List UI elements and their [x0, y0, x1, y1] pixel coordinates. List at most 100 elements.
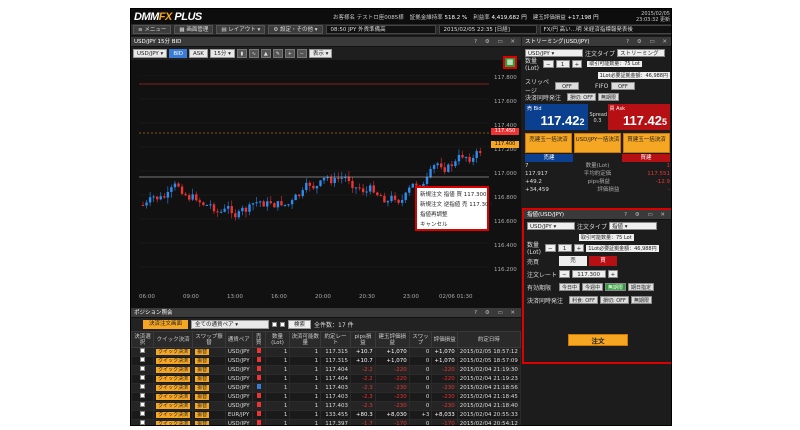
- streaming-order-type-select[interactable]: ストリーミング ▾: [617, 49, 666, 65]
- column-header[interactable]: 評価損益: [431, 331, 458, 348]
- buy-side-button[interactable]: 買: [589, 256, 617, 266]
- settings-button[interactable]: ⚙ 設定・その他 ▾: [268, 25, 323, 34]
- search-button[interactable]: 検索: [288, 320, 312, 329]
- column-header[interactable]: 売買: [251, 331, 266, 348]
- context-cancel[interactable]: キャンセル: [420, 220, 484, 230]
- quick-settle-button[interactable]: クイック決済: [156, 393, 191, 400]
- news-ticker-3[interactable]: FX/円 高い…明 米経済指標報発表後: [539, 25, 671, 34]
- screen-manage-button[interactable]: ▦ 画面管理: [174, 25, 214, 34]
- filter-checkbox-2[interactable]: [280, 322, 286, 327]
- candlestick-plot[interactable]: [139, 75, 489, 287]
- table-row[interactable]: クイック決済 振替 USD/JPY 1 1 117.403 -2.3 -230 0 -230 201…: [131, 401, 522, 411]
- grid-icon[interactable]: ▦: [503, 56, 517, 69]
- submit-order-button[interactable]: 注文: [568, 334, 628, 346]
- swap-transfer-button[interactable]: 振替: [195, 348, 210, 355]
- expiry-toggle[interactable]: 無期限: [597, 93, 619, 101]
- candle-icon[interactable]: ▮: [236, 49, 247, 58]
- rate-plus-button[interactable]: +: [607, 270, 619, 278]
- swap-transfer-button[interactable]: 振替: [195, 375, 210, 382]
- swap-transfer-button[interactable]: 振替: [195, 384, 210, 391]
- filter-checkbox-1[interactable]: [272, 322, 278, 327]
- qty-input[interactable]: 1: [555, 60, 570, 68]
- indicator-icon[interactable]: ▲: [260, 49, 271, 58]
- quick-settle-button[interactable]: クイック決済: [156, 357, 191, 364]
- buy-rate-button[interactable]: 買 Ask 117.425: [607, 104, 670, 130]
- column-header[interactable]: 数量(Lot): [264, 331, 291, 348]
- row-checkbox[interactable]: [140, 357, 146, 362]
- sell-rate-button[interactable]: 売 Bid 117.422: [525, 104, 588, 130]
- context-readjust-limit[interactable]: 指値再調整: [420, 210, 484, 220]
- fifo-toggle[interactable]: OFF: [611, 82, 635, 90]
- menu-button[interactable]: ≡ メニュー: [133, 25, 172, 34]
- swap-transfer-button[interactable]: 振替: [195, 420, 210, 425]
- row-checkbox[interactable]: [140, 375, 146, 380]
- qty-plus-button[interactable]: +: [571, 60, 583, 68]
- bid-toggle[interactable]: BID: [169, 49, 187, 58]
- swap-transfer-button[interactable]: 振替: [195, 357, 210, 364]
- order-qty-plus-button[interactable]: +: [573, 244, 585, 252]
- order-qty-input[interactable]: 1: [557, 244, 572, 252]
- row-checkbox[interactable]: [140, 411, 146, 416]
- row-checkbox[interactable]: [140, 366, 146, 371]
- rate-input[interactable]: 117.300: [571, 270, 606, 278]
- column-header[interactable]: 建玉評価損益: [374, 331, 410, 348]
- table-row[interactable]: クイック決済 振替 USD/JPY 1 1 117.397 -1.7 -170 0 -170 201…: [131, 419, 522, 425]
- line-icon[interactable]: ∿: [248, 49, 259, 58]
- quick-settle-button[interactable]: クイック決済: [156, 384, 191, 391]
- column-header[interactable]: 約定日時: [456, 331, 522, 348]
- table-row[interactable]: クイック決済 振替 USD/JPY 1 1 117.403 -2.3 -230 0 -230 201…: [131, 383, 522, 393]
- takeprofit-toggle[interactable]: 利食: OFF: [569, 296, 598, 304]
- row-checkbox[interactable]: [140, 384, 146, 389]
- row-checkbox[interactable]: [140, 348, 146, 353]
- table-row[interactable]: クイック決済 振替 USD/JPY 1 1 117.315 +10.7 +1,070 0 +1,0…: [131, 347, 522, 357]
- table-row[interactable]: クイック決済 振替 USD/JPY 1 1 117.404 -2.2 -220 0 -220 201…: [131, 365, 522, 375]
- order-stoploss-toggle[interactable]: 損切: OFF: [599, 296, 629, 304]
- context-new-stop-sell[interactable]: 新規注文 逆指値 売 117.300: [420, 200, 492, 210]
- column-header[interactable]: pips損益: [350, 331, 376, 348]
- expiry-week[interactable]: 今週中: [582, 283, 604, 291]
- quick-settle-button[interactable]: クイック決済: [156, 375, 191, 382]
- rate-minus-button[interactable]: −: [559, 270, 570, 278]
- column-header[interactable]: 決済可能数量: [289, 331, 322, 348]
- quick-settle-button[interactable]: クイック決済: [156, 420, 191, 425]
- positions-controls[interactable]: ? ⚙ ▭ ✕: [474, 308, 518, 318]
- expiry-today[interactable]: 今日中: [559, 283, 581, 291]
- swap-transfer-button[interactable]: 振替: [195, 402, 210, 409]
- chart-pair-select[interactable]: USD/JPY ▾: [133, 49, 168, 58]
- qty-minus-button[interactable]: −: [543, 60, 554, 68]
- streaming-controls[interactable]: ? ⚙ ▭ ✕: [626, 37, 670, 47]
- buy-tab[interactable]: 買建: [622, 154, 670, 162]
- pair-all-settle-button[interactable]: USD/JPY一括決済: [574, 133, 621, 153]
- zoom-in-icon[interactable]: +: [284, 49, 295, 58]
- order-expiry-toggle[interactable]: 無期限: [630, 296, 652, 304]
- panel-controls[interactable]: ? ⚙ ▭ ✕: [474, 37, 518, 47]
- row-checkbox[interactable]: [140, 420, 146, 425]
- quick-settle-button[interactable]: クイック決済: [156, 402, 191, 409]
- sell-side-button[interactable]: 売: [559, 256, 587, 266]
- settle-order-button[interactable]: 決済注文画面: [143, 320, 189, 329]
- column-header[interactable]: クイック決済: [153, 331, 194, 348]
- order-controls[interactable]: ? ⚙ ▭ ✕: [624, 210, 668, 220]
- expiry-none[interactable]: 無期限: [605, 283, 627, 291]
- column-header[interactable]: スワップ: [408, 331, 433, 348]
- draw-icon[interactable]: ✎: [272, 49, 283, 58]
- row-checkbox[interactable]: [140, 393, 146, 398]
- swap-transfer-button[interactable]: 振替: [195, 393, 210, 400]
- table-row[interactable]: クイック決済 振替 USD/JPY 1 1 117.315 +10.7 +1,070 0 +1,0…: [131, 356, 522, 366]
- column-header[interactable]: 約定レート: [320, 331, 352, 348]
- zoom-out-icon[interactable]: −: [296, 49, 307, 58]
- column-header[interactable]: 通貨ペア: [224, 331, 253, 348]
- context-new-limit-buy[interactable]: 新規注文 指値 買 117.300: [420, 190, 487, 200]
- stoploss-toggle[interactable]: 損切: OFF: [567, 93, 596, 101]
- sell-tab[interactable]: 売建: [525, 154, 573, 162]
- column-header[interactable]: スワップ振替: [192, 331, 226, 348]
- interval-select[interactable]: 15分 ▾: [209, 49, 235, 58]
- quick-settle-button[interactable]: クイック決済: [156, 411, 191, 418]
- expiry-date[interactable]: 期日指定: [628, 283, 655, 291]
- display-button[interactable]: 表示 ▾: [308, 49, 333, 58]
- table-row[interactable]: クイック決済 振替 USD/JPY 1 1 117.403 -2.3 -230 0 -230 201…: [131, 392, 522, 402]
- quick-settle-button[interactable]: クイック決済: [156, 366, 191, 373]
- order-pair-select[interactable]: USD/JPY ▾: [527, 222, 575, 230]
- layout-button[interactable]: ▤ レイアウト ▾: [216, 25, 266, 34]
- quick-settle-button[interactable]: クイック決済: [156, 348, 191, 355]
